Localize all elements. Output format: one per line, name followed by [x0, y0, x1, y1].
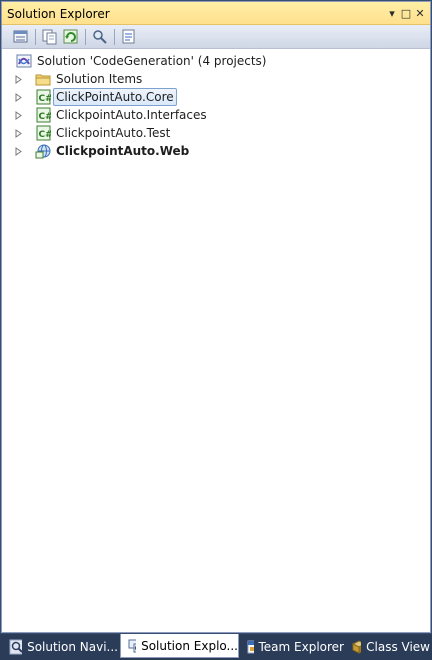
show-all-files-icon — [42, 29, 57, 45]
tree-node-solution-items[interactable]: Solution Items — [2, 70, 430, 88]
tab-label: Team Explorer — [258, 640, 345, 654]
expand-arrow-icon[interactable] — [14, 111, 23, 120]
tab-class-view[interactable]: Class View — [344, 636, 430, 658]
tree-node-clickpointauto-test[interactable]: C# ClickpointAuto.Test — [2, 124, 430, 142]
tree-node-clickpointauto-interfaces[interactable]: C# ClickpointAuto.Interfaces — [2, 106, 430, 124]
tab-team-explorer[interactable]: Team Explorer — [240, 636, 344, 658]
view-code-button[interactable] — [120, 28, 137, 45]
refresh-button[interactable] — [62, 28, 79, 45]
expand-arrow-icon[interactable] — [14, 129, 23, 138]
tree-node-label: ClickPointAuto.Core — [53, 88, 177, 106]
maximize-button[interactable]: □ — [399, 6, 413, 20]
maximize-icon: □ — [400, 6, 412, 20]
expand-arrow-icon[interactable] — [14, 93, 23, 102]
tree-node-clickpointauto-core[interactable]: C# ClickPointAuto.Core — [2, 88, 430, 106]
expand-arrow-icon[interactable] — [14, 75, 23, 84]
tab-solution-navigator[interactable]: Solution Navi... — [2, 636, 118, 658]
folder-icon — [35, 74, 51, 86]
svg-text:C#: C# — [39, 112, 52, 122]
properties-button[interactable] — [12, 28, 29, 45]
tree-node-label: ClickpointAuto.Web — [56, 144, 190, 158]
web-project-icon — [35, 144, 51, 159]
view-class-diagram-icon — [93, 30, 107, 44]
window-position-dropdown-button[interactable]: ▾ — [385, 6, 399, 20]
svg-text:C#: C# — [39, 130, 52, 140]
solution-explorer-icon — [128, 639, 137, 652]
properties-icon — [13, 30, 28, 43]
svg-text:C#: C# — [39, 94, 52, 104]
panel-title: Solution Explorer — [7, 7, 110, 21]
solution-navigator-icon — [9, 639, 23, 655]
csharp-project-icon: C# — [36, 107, 52, 123]
tab-solution-explorer[interactable]: Solution Explo... — [120, 634, 239, 658]
view-class-diagram-button[interactable] — [91, 28, 108, 45]
tab-label: Solution Navi... — [27, 640, 118, 654]
view-code-icon — [122, 29, 135, 44]
refresh-icon — [63, 29, 78, 44]
tab-label: Class View — [366, 640, 430, 654]
panel-title-bar[interactable]: Solution Explorer ▾ □ ✕ — [2, 2, 430, 25]
tree-node-label: Solution 'CodeGeneration' (4 projects) — [37, 54, 267, 68]
close-button[interactable]: ✕ — [413, 6, 427, 20]
tool-window-tab-strip: Solution Navi... Solution Explo... Team … — [0, 634, 432, 660]
toolbar-separator — [35, 29, 36, 45]
show-all-files-button[interactable] — [41, 28, 58, 45]
solution-icon — [16, 54, 32, 68]
solution-explorer-window: Solution Explorer ▾ □ ✕ Solution 'CodeGe… — [0, 0, 432, 660]
toolbar-separator — [85, 29, 86, 45]
chevron-down-icon: ▾ — [389, 6, 395, 20]
tree-node-label: ClickpointAuto.Test — [56, 126, 171, 140]
csharp-project-icon: C# — [36, 125, 52, 141]
tree-node-solution[interactable]: Solution 'CodeGeneration' (4 projects) — [2, 52, 430, 70]
toolbar-separator — [114, 29, 115, 45]
tab-label: Solution Explo... — [141, 638, 238, 653]
class-view-icon — [351, 640, 362, 654]
expand-arrow-icon[interactable] — [14, 147, 23, 156]
panel-toolbar — [2, 25, 430, 49]
close-icon: ✕ — [415, 6, 425, 20]
tree-node-clickpointauto-web[interactable]: ClickpointAuto.Web — [2, 142, 430, 160]
tree-node-label: Solution Items — [56, 72, 143, 86]
csharp-project-icon: C# — [36, 89, 52, 105]
solution-explorer-panel: Solution Explorer ▾ □ ✕ Solution 'CodeGe… — [1, 1, 431, 633]
team-explorer-icon — [247, 640, 254, 654]
tree-node-label: ClickpointAuto.Interfaces — [56, 108, 207, 122]
